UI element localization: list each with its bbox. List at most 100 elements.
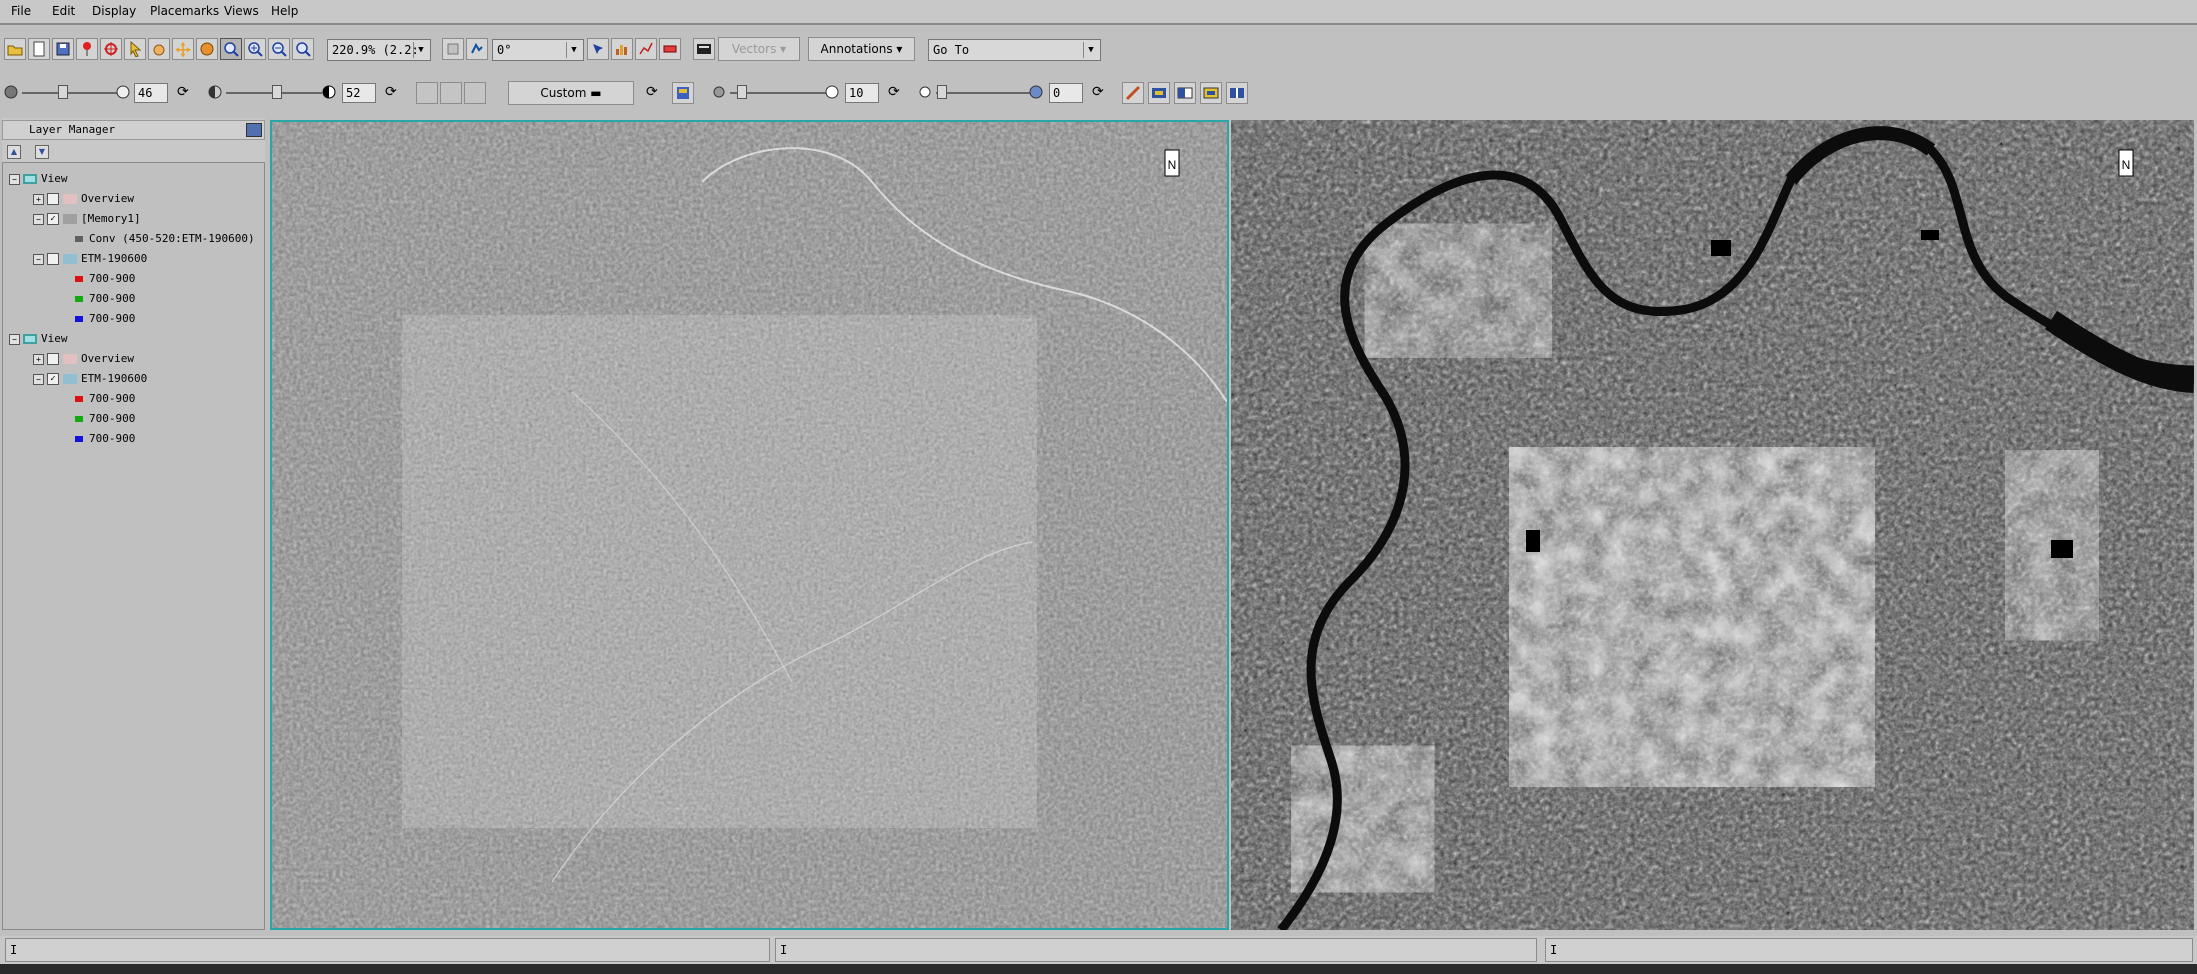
placemark-pin-icon[interactable] [76, 38, 98, 60]
tree-band-red-2[interactable]: 700-900 [75, 390, 135, 408]
collapse-icon[interactable]: − [33, 213, 44, 225]
sharpen-slider[interactable] [737, 85, 747, 99]
tree-layer-etm-2[interactable]: − ✓ ETM-190600 [33, 370, 147, 388]
collapse-all-icon[interactable]: ▲ [7, 145, 21, 159]
layer-checkbox[interactable] [47, 353, 59, 365]
layer-checkbox[interactable] [47, 253, 59, 265]
tree-view-1[interactable]: − View [9, 170, 68, 188]
menu-views[interactable]: Views [224, 4, 259, 18]
chip-view-icon[interactable] [1122, 82, 1144, 104]
contrast-low-icon [208, 85, 222, 99]
sharpen-reset-icon[interactable]: ⟳ [888, 84, 900, 100]
vectors-button[interactable]: Vectors ▾ [718, 37, 800, 61]
sharpen-low-icon [713, 86, 725, 98]
save-icon[interactable] [52, 38, 74, 60]
tree-band-red-1[interactable]: 700-900 [75, 270, 135, 288]
stretch-options-icon[interactable] [672, 82, 694, 104]
menu-file[interactable]: File [11, 4, 31, 18]
pan-hand-icon[interactable] [148, 38, 170, 60]
contrast-reset-icon[interactable]: ⟳ [385, 84, 397, 100]
cursor-value-icon[interactable] [587, 38, 609, 60]
tree-band-green-2[interactable]: 700-900 [75, 410, 135, 428]
zoom-fit-icon[interactable] [292, 38, 314, 60]
rotate-left-icon[interactable] [442, 38, 464, 60]
satellite-image-view[interactable]: N [1231, 120, 2194, 930]
transparency-reset-icon[interactable]: ⟳ [1092, 84, 1104, 100]
transparency-slider-track [936, 92, 1034, 94]
sharpen-value[interactable]: 10 [845, 83, 879, 103]
tree-band-blue-1[interactable]: 700-900 [75, 310, 135, 328]
tree-band-green-1[interactable]: 700-900 [75, 290, 135, 308]
layer-checkbox[interactable] [47, 193, 59, 205]
crosshair-icon[interactable] [100, 38, 122, 60]
contrast-slider[interactable] [272, 85, 282, 99]
layer-checkbox[interactable]: ✓ [47, 373, 59, 385]
stretch-option-2[interactable] [440, 82, 462, 104]
rotate-tool-icon[interactable] [196, 38, 218, 60]
annotations-button[interactable]: Annotations ▾ [808, 37, 915, 61]
tree-band-conv[interactable]: Conv (450-520:ETM-190600) [75, 230, 255, 248]
transparency-value[interactable]: 0 [1049, 83, 1083, 103]
histogram-icon[interactable] [611, 38, 633, 60]
stretch-option-3[interactable] [464, 82, 486, 104]
tree-layer-overview-1[interactable]: + Overview [33, 190, 134, 208]
roam-icon[interactable] [172, 38, 194, 60]
zoom-out-icon[interactable] [268, 38, 290, 60]
tree-band-blue-2[interactable]: 700-900 [75, 430, 135, 448]
expand-icon[interactable]: + [33, 353, 44, 365]
transparency-high-icon [1029, 85, 1043, 99]
info-panel-icon[interactable] [693, 38, 715, 60]
stretch-dropdown[interactable]: Custom ▬ [508, 81, 634, 105]
collapse-icon[interactable]: − [33, 373, 44, 385]
tree-view-2[interactable]: − View [9, 330, 68, 348]
rotate-right-icon[interactable] [466, 38, 488, 60]
layer-checkbox[interactable]: ✓ [47, 213, 59, 225]
profile-icon[interactable] [635, 38, 657, 60]
menu-edit[interactable]: Edit [52, 4, 75, 18]
goto-combo[interactable]: Go To ▼ [928, 39, 1101, 61]
tree-layer-memory1[interactable]: − ✓ [Memory1] [33, 210, 141, 228]
stretch-option-1[interactable] [416, 82, 438, 104]
undock-icon[interactable] [246, 123, 262, 137]
menu-bar: File Edit Display Placemarks Views Help [0, 0, 2197, 25]
link-views-icon[interactable] [1148, 82, 1170, 104]
flicker-view-icon[interactable] [1200, 82, 1222, 104]
expand-icon[interactable]: + [33, 193, 44, 205]
stretch-reset-icon[interactable]: ⟳ [646, 84, 658, 100]
brightness-high-icon [116, 85, 130, 99]
contrast-value[interactable]: 52 [342, 83, 376, 103]
select-arrow-icon[interactable] [124, 38, 146, 60]
satellite-image: N [1231, 120, 2194, 930]
brightness-low-icon [4, 85, 18, 99]
layer-manager-title: Layer Manager [29, 123, 116, 136]
tree-layer-etm-1[interactable]: − ETM-190600 [33, 250, 147, 268]
measure-icon[interactable] [659, 38, 681, 60]
tree-layer-overview-2[interactable]: + Overview [33, 350, 134, 368]
expand-all-icon[interactable]: ▼ [35, 145, 49, 159]
menu-display[interactable]: Display [92, 4, 136, 18]
brightness-reset-icon[interactable]: ⟳ [177, 84, 189, 100]
menu-help[interactable]: Help [271, 4, 298, 18]
open-icon[interactable] [4, 38, 26, 60]
layer-icon [63, 194, 77, 204]
zoom-in-icon[interactable] [244, 38, 266, 60]
filtered-image-view[interactable]: N [270, 120, 1229, 930]
collapse-icon[interactable]: − [33, 253, 44, 265]
collapse-icon[interactable]: − [9, 173, 20, 185]
menu-placemarks[interactable]: Placemarks [150, 4, 219, 18]
transparency-slider[interactable] [937, 85, 947, 99]
zoom-select-icon[interactable] [220, 38, 242, 60]
swipe-view-icon[interactable] [1226, 82, 1248, 104]
brightness-value[interactable]: 46 [134, 83, 168, 103]
zoom-combo[interactable]: 220.9% (2.2: ▼ [327, 39, 431, 61]
new-document-icon[interactable] [28, 38, 50, 60]
rotation-combo[interactable]: 0° ▼ [492, 39, 584, 61]
layer-tree: − View + Overview − ✓ [Memory1] Conv (450-52… [2, 162, 265, 930]
brightness-slider[interactable] [58, 85, 68, 99]
collapse-icon[interactable]: − [9, 333, 20, 345]
layer-icon [63, 254, 77, 264]
brightness-slider-track [22, 92, 122, 94]
zoom-value: 220.9% (2.2: [332, 43, 419, 57]
blend-view-icon[interactable] [1174, 82, 1196, 104]
layer-icon [63, 374, 77, 384]
